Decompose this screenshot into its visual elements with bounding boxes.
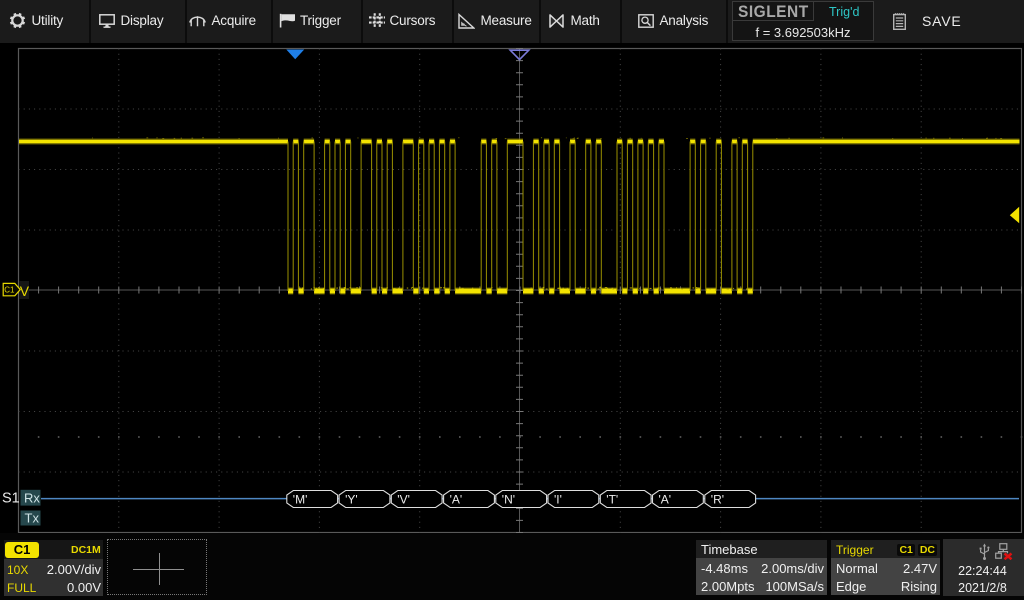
svg-text:V: V — [20, 283, 30, 299]
svg-text:'N': 'N' — [502, 492, 515, 506]
svg-text:'M': 'M' — [293, 492, 308, 506]
svg-text:'V': 'V' — [397, 492, 410, 506]
svg-text:'A': 'A' — [450, 492, 463, 506]
svg-text:'R': 'R' — [711, 492, 724, 506]
svg-text:S1: S1 — [2, 491, 20, 507]
svg-text:'Y': 'Y' — [345, 492, 358, 506]
svg-text:'T': 'T' — [606, 492, 618, 506]
svg-text:Rx: Rx — [24, 490, 40, 505]
svg-text:'A': 'A' — [659, 492, 672, 506]
svg-text:'I': 'I' — [554, 492, 562, 506]
svg-text:Tx: Tx — [25, 511, 40, 526]
svg-text:C1: C1 — [4, 285, 15, 294]
